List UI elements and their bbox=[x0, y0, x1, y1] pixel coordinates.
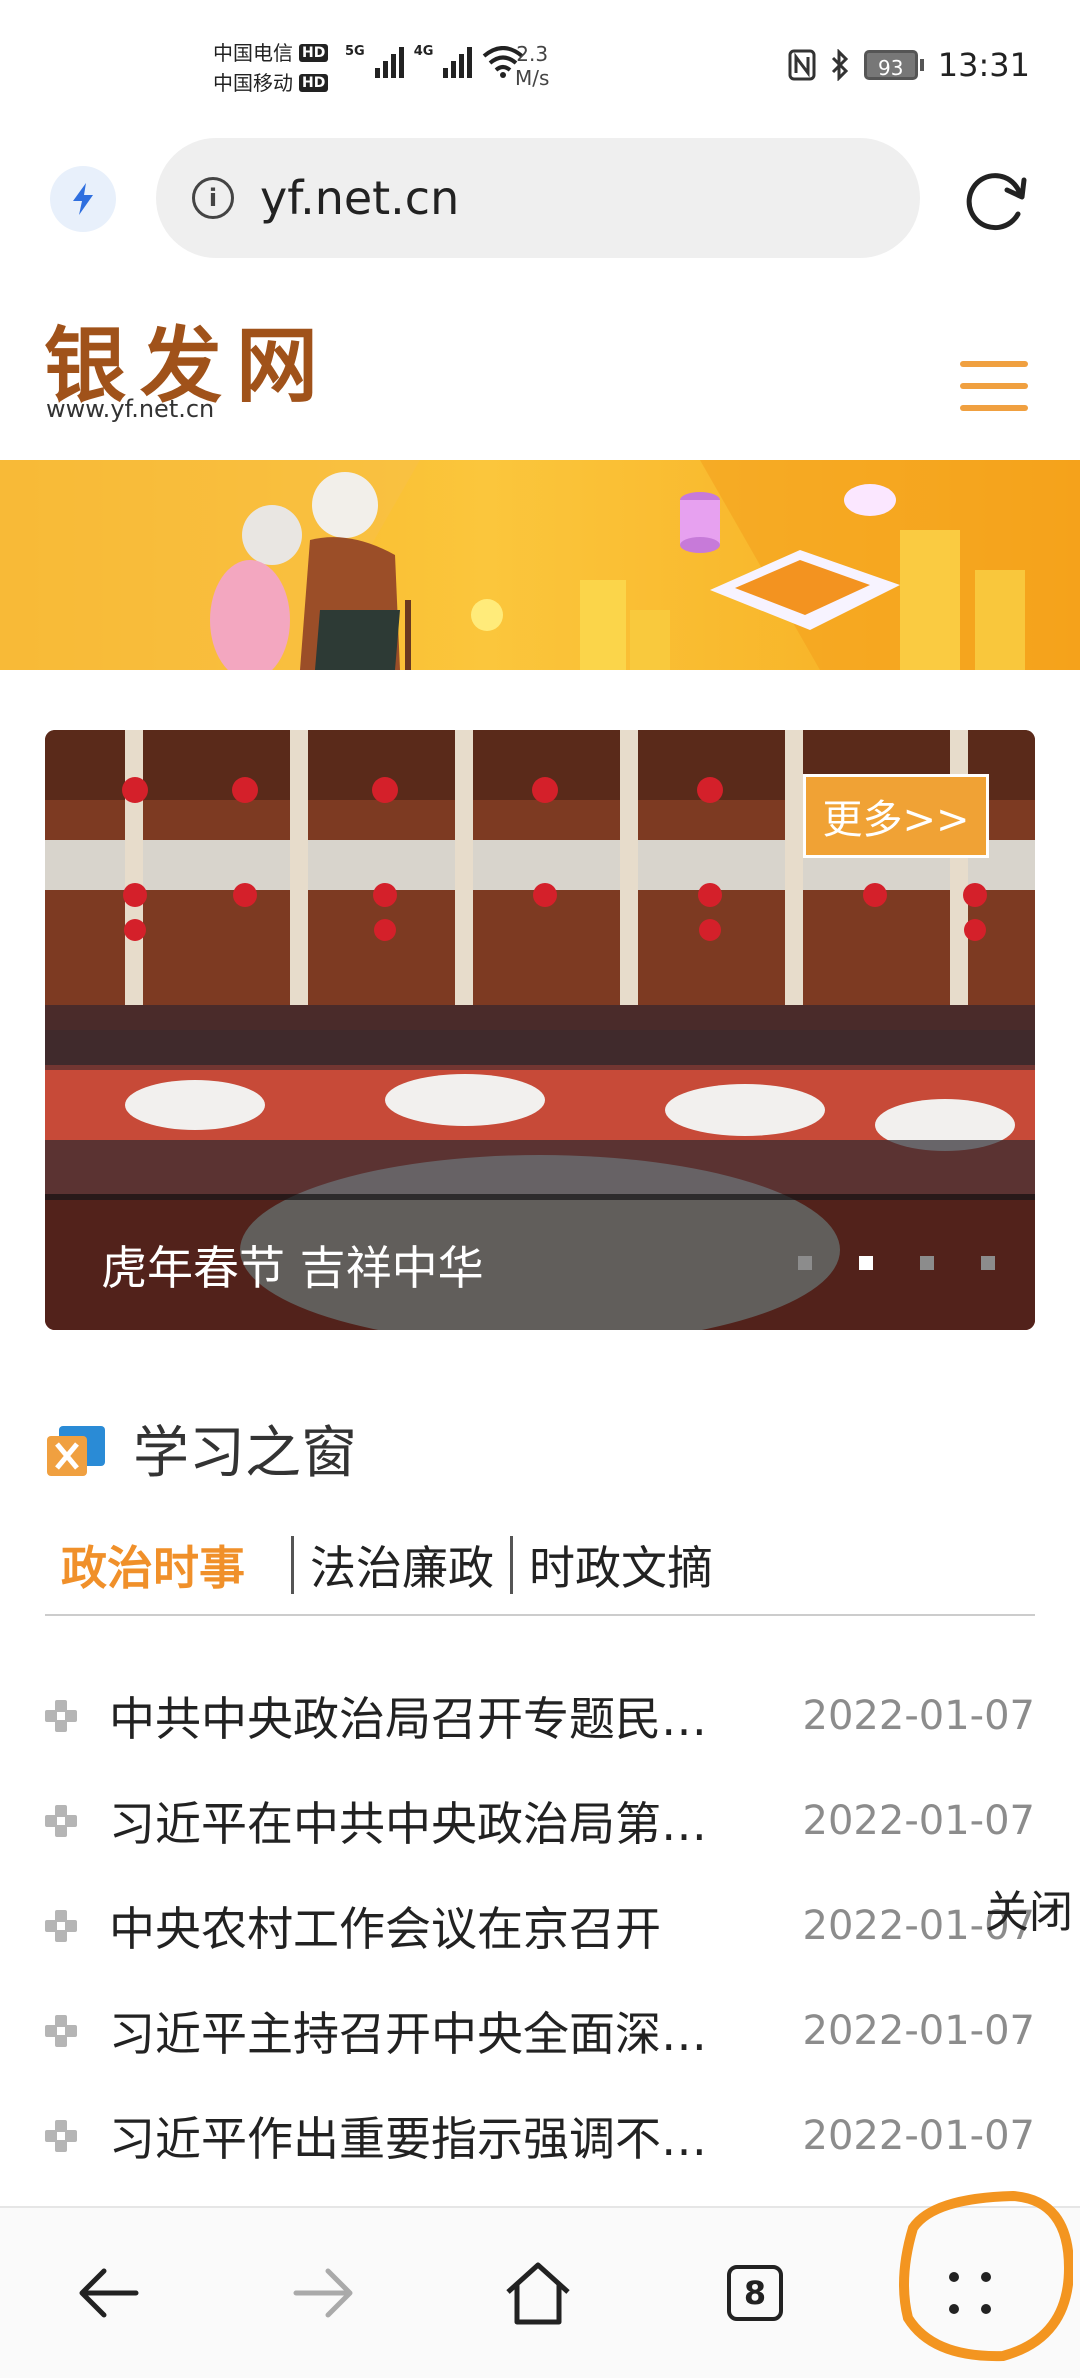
more-button[interactable]: 更多>> bbox=[803, 774, 989, 858]
flash-button[interactable] bbox=[50, 166, 116, 232]
net-4g-label: 4G bbox=[413, 44, 434, 59]
slider-caption[interactable]: 虎年春节 吉祥中华 bbox=[101, 1232, 484, 1298]
status-right: 93 13:31 bbox=[788, 46, 1030, 84]
site-url: www.yf.net.cn bbox=[46, 395, 215, 423]
slider-dots bbox=[798, 1256, 995, 1270]
carrier-1: 中国电信 bbox=[213, 41, 293, 65]
news-title[interactable]: 习近平在中共中央政治局第… bbox=[109, 1788, 749, 1854]
back-button[interactable] bbox=[68, 2253, 148, 2333]
slider-dot[interactable] bbox=[981, 1256, 995, 1270]
slider-dot[interactable] bbox=[920, 1256, 934, 1270]
study-window-icon bbox=[47, 1425, 105, 1476]
news-title[interactable]: 中共中央政治局召开专题民… bbox=[109, 1683, 749, 1749]
browser-toolbar: i yf.net.cn bbox=[0, 130, 1080, 265]
slider-caption-bar: 虎年春节 吉祥中华 bbox=[45, 1194, 1035, 1330]
forward-icon bbox=[293, 2268, 353, 2318]
news-slider[interactable]: 更多>> 虎年春节 吉祥中华 bbox=[45, 730, 1035, 1330]
bullet-icon bbox=[45, 1699, 77, 1732]
news-title[interactable]: 习近平主持召开中央全面深… bbox=[109, 1998, 749, 2064]
home-button[interactable] bbox=[498, 2253, 578, 2333]
clock: 13:31 bbox=[937, 46, 1030, 84]
site-header: 银发网 www.yf.net.cn bbox=[0, 265, 1080, 460]
carrier-info: 中国电信 HD 中国移动 HD bbox=[213, 38, 329, 98]
bluetooth-icon bbox=[831, 49, 848, 81]
url-text[interactable]: yf.net.cn bbox=[260, 171, 459, 225]
net-5g-label: 5G bbox=[345, 44, 365, 59]
refresh-icon[interactable] bbox=[960, 164, 1032, 236]
tabs-button[interactable]: 8 bbox=[715, 2253, 795, 2333]
hd-badge: HD bbox=[299, 44, 329, 62]
close-button[interactable]: 关闭 bbox=[985, 1876, 1073, 1940]
banner-illustration bbox=[0, 460, 1080, 670]
section-title: 学习之窗 bbox=[133, 1421, 357, 1486]
signal-icon bbox=[443, 44, 473, 78]
status-bar: 中国电信 HD 中国移动 HD 5G 4G 2.3 M/s 93 13:31 bbox=[0, 0, 1080, 130]
list-item[interactable]: 中共中央政治局召开专题民… 2022-01-07 bbox=[45, 1663, 1035, 1768]
signal-icon bbox=[374, 44, 404, 78]
banner-image[interactable] bbox=[0, 460, 1080, 670]
network-speed: 2.3 M/s bbox=[515, 42, 549, 90]
slider-dot-active[interactable] bbox=[859, 1256, 873, 1270]
battery-icon: 93 bbox=[863, 50, 924, 80]
bullet-icon bbox=[45, 2014, 77, 2047]
tab-digest[interactable]: 时政文摘 bbox=[513, 1532, 729, 1598]
section-header: 学习之窗 bbox=[45, 1408, 357, 1489]
flash-icon bbox=[73, 183, 93, 215]
news-title[interactable]: 习近平作出重要指示强调不… bbox=[109, 2103, 749, 2169]
home-icon bbox=[506, 2262, 570, 2325]
news-title[interactable]: 中央农村工作会议在京召开 bbox=[109, 1893, 749, 1959]
list-item[interactable]: 习近平作出重要指示强调不… 2022-01-07 bbox=[45, 2083, 1035, 2188]
news-date: 2022-01-07 bbox=[802, 2112, 1035, 2159]
section-tabs: 政治时事 法治廉政 时政文摘 bbox=[45, 1515, 1035, 1615]
hd-badge: HD bbox=[299, 74, 329, 92]
news-date: 2022-01-07 bbox=[802, 1692, 1035, 1739]
speed-unit: M/s bbox=[515, 66, 550, 90]
news-list: 中共中央政治局召开专题民… 2022-01-07 习近平在中共中央政治局第… 2… bbox=[45, 1663, 1035, 2188]
list-item[interactable]: 习近平在中共中央政治局第… 2022-01-07 bbox=[45, 1768, 1035, 1873]
carrier-2: 中国移动 bbox=[213, 71, 293, 95]
annotation-circle bbox=[899, 2191, 1073, 2362]
tab-divider bbox=[45, 1614, 1035, 1616]
info-icon[interactable]: i bbox=[192, 177, 234, 219]
news-date: 2022-01-07 bbox=[802, 1797, 1035, 1844]
bullet-icon bbox=[45, 1804, 77, 1837]
nfc-icon bbox=[788, 49, 816, 81]
forward-button[interactable] bbox=[284, 2253, 364, 2333]
battery-level: 93 bbox=[863, 50, 918, 80]
list-item[interactable]: 习近平主持召开中央全面深… 2022-01-07 bbox=[45, 1978, 1035, 2083]
signal-group: 5G 4G bbox=[345, 44, 524, 78]
speed-value: 2.3 bbox=[516, 42, 549, 66]
back-icon bbox=[79, 2268, 139, 2318]
bullet-icon bbox=[45, 2119, 77, 2152]
bullet-icon bbox=[45, 1909, 77, 1942]
tabs-icon: 8 bbox=[727, 2265, 783, 2321]
menu-icon[interactable] bbox=[960, 361, 1028, 411]
tab-politics[interactable]: 政治时事 bbox=[45, 1532, 291, 1598]
slider-dot[interactable] bbox=[798, 1256, 812, 1270]
address-bar[interactable]: i yf.net.cn bbox=[156, 138, 920, 258]
news-date: 2022-01-07 bbox=[802, 2007, 1035, 2054]
list-item[interactable]: 中央农村工作会议在京召开 2022-01-07 bbox=[45, 1873, 1035, 1978]
tab-law[interactable]: 法治廉政 bbox=[294, 1532, 510, 1598]
